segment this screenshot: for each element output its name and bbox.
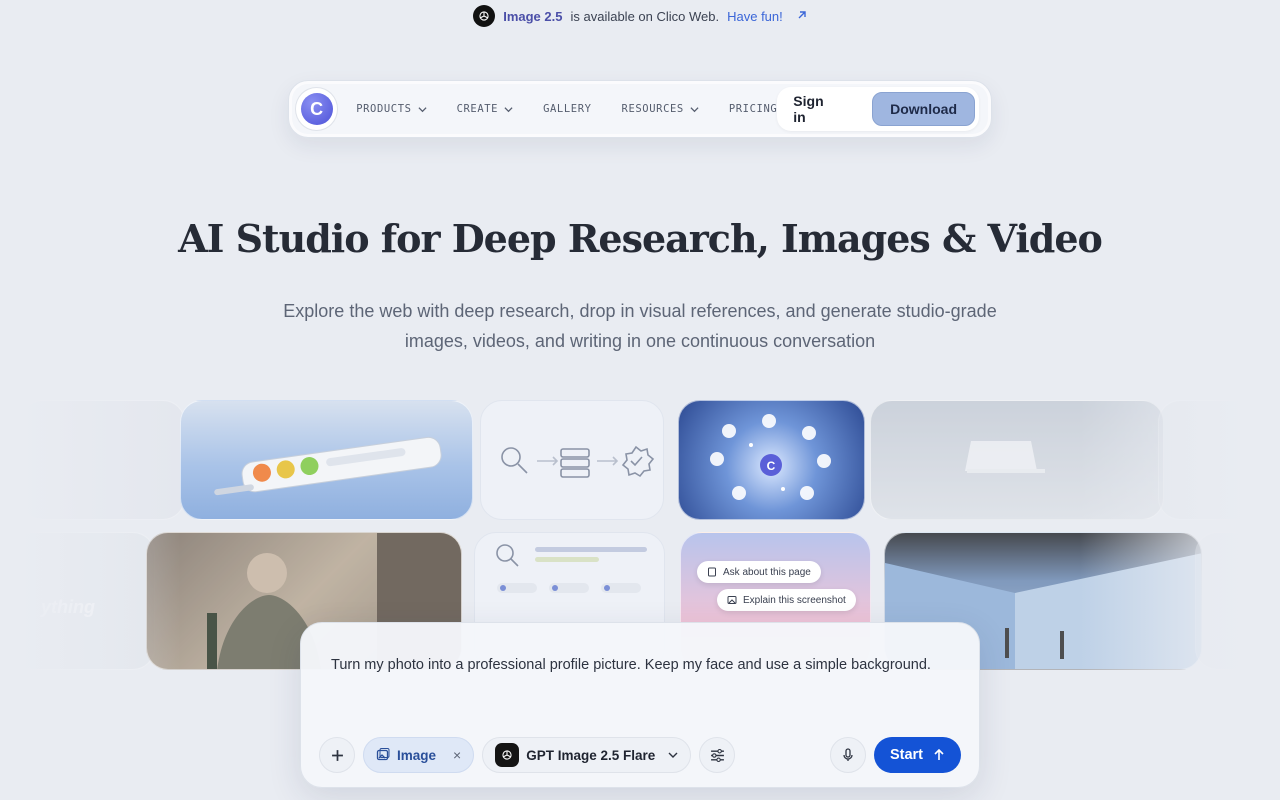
- hero-subtitle: Explore the web with deep research, drop…: [260, 296, 1020, 356]
- close-icon[interactable]: ×: [453, 747, 461, 763]
- image-icon: [376, 748, 390, 761]
- brand-logo[interactable]: C: [295, 87, 339, 131]
- settings-sliders-button[interactable]: [699, 737, 736, 773]
- model-label: GPT Image 2.5 Flare: [526, 747, 656, 763]
- model-selector[interactable]: GPT Image 2.5 Flare: [482, 737, 692, 773]
- sliders-icon: [710, 748, 724, 762]
- openai-logo-icon: [495, 743, 520, 767]
- tag-explain-screenshot: Explain this screenshot: [717, 589, 856, 611]
- nav-gallery-label: GALLERY: [543, 103, 592, 115]
- nav-pricing-label: PRICING: [728, 103, 778, 115]
- arrow-up-icon: [934, 749, 944, 760]
- gallery-fade-left: [0, 398, 180, 678]
- hero-subtitle-line: Explore the web with deep research, drop…: [283, 301, 997, 321]
- gallery-tile-toolbar[interactable]: [180, 400, 473, 520]
- nav-links: PRODUCTS CREATE GALLERY RESOURCES PRICIN…: [356, 103, 777, 115]
- floating-toolbar-illustration: [214, 436, 442, 496]
- microphone-icon: [843, 748, 853, 761]
- plus-icon: [331, 749, 343, 761]
- image-mode-chip[interactable]: Image ×: [363, 737, 475, 773]
- page-icon: [708, 567, 716, 577]
- gallery-tile-search-flow[interactable]: [480, 400, 664, 520]
- clico-logo-icon: C: [300, 93, 333, 125]
- nav-create-label: CREATE: [456, 103, 499, 115]
- nav-create[interactable]: CREATE: [457, 103, 514, 115]
- sign-in-button[interactable]: Sign in: [781, 93, 872, 125]
- nav-pricing[interactable]: PRICING: [729, 103, 777, 115]
- nav-resources-label: RESOURCES: [621, 103, 684, 115]
- chevron-down-icon: [418, 106, 427, 112]
- chevron-down-icon: [690, 106, 699, 112]
- start-label: Start: [889, 747, 923, 763]
- download-button[interactable]: Download: [872, 92, 975, 126]
- search-flow-illustration: [501, 445, 655, 478]
- openai-logo-icon: [473, 5, 496, 27]
- announcement-highlight: Image 2.5: [503, 8, 563, 24]
- start-button[interactable]: Start: [873, 737, 961, 773]
- nav-products-label: PRODUCTS: [356, 103, 412, 115]
- arrow-up-right-icon[interactable]: [797, 9, 807, 23]
- svg-text:C: C: [767, 459, 776, 473]
- floating-apps-illustration: C: [710, 414, 831, 500]
- chevron-down-icon: [668, 752, 678, 758]
- tag-ask-label: Ask about this page: [723, 566, 811, 578]
- gallery-tile-apps[interactable]: C: [678, 400, 865, 520]
- voice-input-button[interactable]: [829, 737, 866, 773]
- add-attachment-button[interactable]: [319, 737, 355, 773]
- image-icon: [727, 596, 737, 604]
- nav-products[interactable]: PRODUCTS: [356, 103, 427, 115]
- chevron-down-icon: [504, 106, 513, 112]
- prompt-input[interactable]: Turn my photo into a professional profil…: [331, 653, 931, 677]
- gallery-fade-right: [1080, 398, 1280, 678]
- nav-resources[interactable]: RESOURCES: [622, 103, 699, 115]
- tag-ask-page: Ask about this page: [697, 561, 821, 583]
- announcement-bar: Image 2.5 is available on Clico Web. Hav…: [0, 5, 1280, 27]
- announcement-link[interactable]: Have fun!: [727, 9, 783, 24]
- announcement-text: is available on Clico Web.: [570, 8, 720, 24]
- prompt-toolbar: Image × GPT Image 2.5 Flare Start: [319, 737, 961, 773]
- image-chip-label: Image: [397, 747, 437, 763]
- prompt-composer: Turn my photo into a professional profil…: [300, 622, 980, 788]
- nav-gallery[interactable]: GALLERY: [543, 103, 591, 115]
- top-nav: C PRODUCTS CREATE GALLERY RESOURCES PRIC…: [288, 80, 992, 138]
- hero-subtitle-line: images, videos, and writing in one conti…: [404, 331, 876, 351]
- nav-actions: Sign in Download: [777, 87, 979, 131]
- page-title: AI Studio for Deep Research, Images & Vi…: [178, 216, 1103, 261]
- tag-explain-label: Explain this screenshot: [743, 594, 846, 606]
